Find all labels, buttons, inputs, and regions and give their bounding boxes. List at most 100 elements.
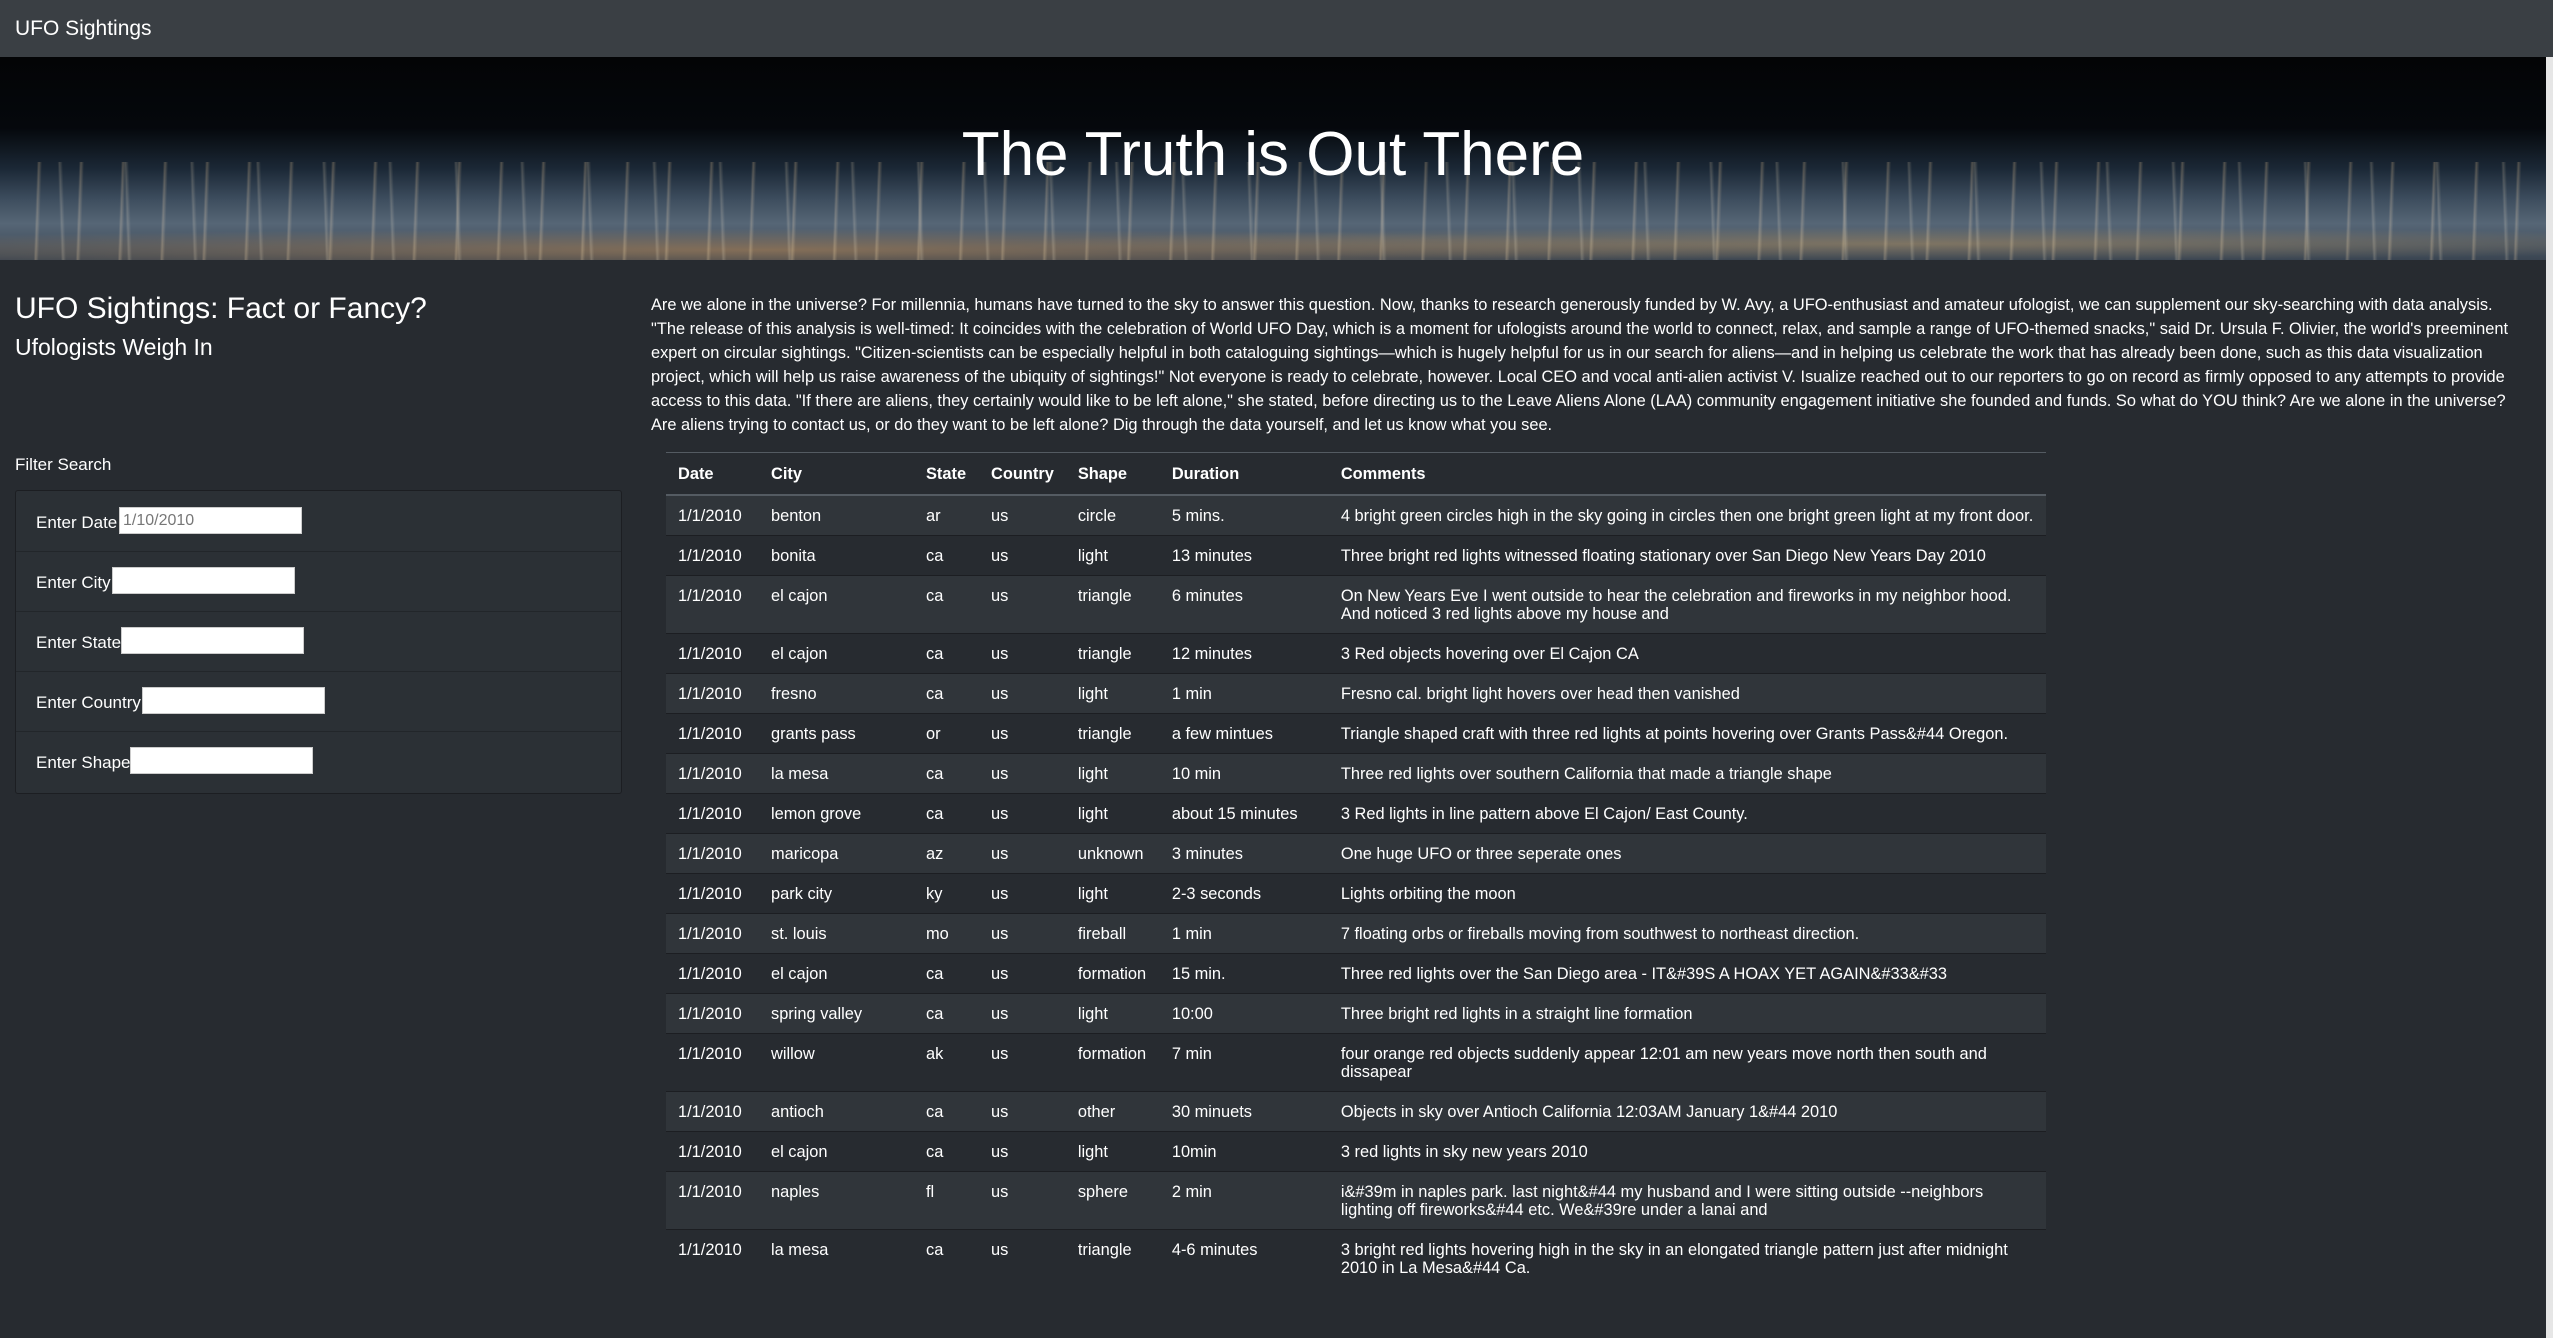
cell-shape: light [1065,793,1160,834]
cell-shape: light [1065,993,1160,1034]
cell-duration: 1 min [1159,673,1329,714]
cell-state: az [914,833,979,874]
table-row: 1/1/2010 la mesa ca us triangle 4-6 minutes 3 … [666,1229,2046,1287]
cell-date: 1/1/2010 [666,494,759,536]
date-filter-input[interactable] [119,507,302,534]
cell-country: us [979,1131,1066,1172]
cell-shape: triangle [1065,633,1160,674]
table-row: 1/1/2010 benton ar us circle 5 mins. 4 bright … [666,494,2046,536]
city-filter-input[interactable] [112,567,295,594]
cell-country: us [979,793,1066,834]
cell-shape: formation [1065,953,1160,994]
cell-comments: Objects in sky over Antioch California 1… [1328,1091,2046,1132]
country-filter-input[interactable] [142,687,325,714]
table-row: 1/1/2010 grants pass or us triangle a few min… [666,713,2046,754]
table-row: 1/1/2010 el cajon ca us triangle 6 minutes On … [666,575,2046,634]
cell-shape: fireball [1065,913,1160,954]
cell-date: 1/1/2010 [666,993,759,1034]
cell-city: el cajon [759,633,914,674]
cell-country: us [979,993,1066,1034]
cell-date: 1/1/2010 [666,1033,759,1092]
cell-duration: 10min [1159,1131,1329,1172]
cell-city: bonita [759,535,914,576]
cell-comments: On New Years Eve I went outside to hear … [1328,575,2046,634]
scrollbar[interactable] [2546,57,2553,1338]
cell-duration: 15 min. [1159,953,1329,994]
column-header-comments: Comments [1328,452,2046,496]
hero-banner: The Truth is Out There [0,57,2546,260]
cell-state: ca [914,793,979,834]
cell-date: 1/1/2010 [666,1229,759,1287]
sightings-table: Date City State Country Shape Duration Comment… [666,452,2046,1287]
cell-state: or [914,713,979,754]
table-row: 1/1/2010 fresno ca us light 1 min Fresno cal. … [666,673,2046,714]
page-title: UFO Sightings: Fact or Fancy? [15,292,427,325]
cell-city: spring valley [759,993,914,1034]
cell-state: ca [914,575,979,634]
filter-row-state: Enter State [16,611,621,672]
cell-shape: triangle [1065,713,1160,754]
cell-duration: 10:00 [1159,993,1329,1034]
cell-duration: about 15 minutes [1159,793,1329,834]
cell-duration: 12 minutes [1159,633,1329,674]
filter-row-city: Enter City [16,551,621,612]
cell-date: 1/1/2010 [666,713,759,754]
intro-paragraph: Are we alone in the universe? For millen… [651,296,2509,434]
cell-comments: Three bright red lights in a straight li… [1328,993,2046,1034]
cell-country: us [979,1171,1066,1230]
page-subtitle: Ufologists Weigh In [15,334,213,360]
cell-comments: Fresno cal. bright light hovers over hea… [1328,673,2046,714]
cell-comments: 3 red lights in sky new years 2010 [1328,1131,2046,1172]
cell-comments: Triangle shaped craft with three red lig… [1328,713,2046,754]
cell-duration: 2 min [1159,1171,1329,1230]
cell-country: us [979,913,1066,954]
cell-duration: 7 min [1159,1033,1329,1092]
cell-city: grants pass [759,713,914,754]
table-row: 1/1/2010 spring valley ca us light 10:00 Three… [666,993,2046,1034]
city-filter-label: Enter City [36,573,111,592]
table-header: Date City State Country Shape Duration Comment… [666,452,2046,496]
navbar-brand[interactable]: UFO Sightings [15,17,152,41]
cell-comments: 7 floating orbs or fireballs moving from… [1328,913,2046,954]
navbar: UFO Sightings [0,0,2553,58]
cell-city: naples [759,1171,914,1230]
country-filter-label: Enter Country [36,693,141,712]
filter-row-shape: Enter Shape [16,731,621,791]
cell-date: 1/1/2010 [666,1131,759,1172]
cell-city: el cajon [759,575,914,634]
sightings-table-container: Date City State Country Shape Duration Comment… [666,452,2046,1287]
table-row: 1/1/2010 bonita ca us light 13 minutes Three b… [666,535,2046,576]
cell-shape: light [1065,535,1160,576]
table-row: 1/1/2010 la mesa ca us light 10 min Three red … [666,753,2046,794]
cell-country: us [979,713,1066,754]
cell-country: us [979,833,1066,874]
cell-comments: Three bright red lights witnessed floati… [1328,535,2046,576]
cell-country: us [979,633,1066,674]
cell-duration: 30 minuets [1159,1091,1329,1132]
cell-shape: circle [1065,494,1160,536]
cell-state: ca [914,953,979,994]
cell-shape: sphere [1065,1171,1160,1230]
cell-comments: One huge UFO or three seperate ones [1328,833,2046,874]
cell-duration: 5 mins. [1159,494,1329,536]
cell-duration: a few mintues [1159,713,1329,754]
cell-shape: light [1065,673,1160,714]
cell-date: 1/1/2010 [666,913,759,954]
cell-date: 1/1/2010 [666,633,759,674]
cell-shape: triangle [1065,575,1160,634]
cell-date: 1/1/2010 [666,575,759,634]
cell-city: lemon grove [759,793,914,834]
cell-city: la mesa [759,753,914,794]
cell-country: us [979,753,1066,794]
cell-comments: i&#39m in naples park. last night&#44 my… [1328,1171,2046,1230]
filter-row-date: Enter Date [16,491,621,552]
shape-filter-input[interactable] [130,747,313,774]
cell-shape: light [1065,873,1160,914]
cell-date: 1/1/2010 [666,833,759,874]
cell-shape: formation [1065,1033,1160,1092]
cell-comments: four orange red objects suddenly appear … [1328,1033,2046,1092]
cell-comments: Three red lights over the San Diego area… [1328,953,2046,994]
cell-city: antioch [759,1091,914,1132]
cell-city: fresno [759,673,914,714]
state-filter-input[interactable] [121,627,304,654]
